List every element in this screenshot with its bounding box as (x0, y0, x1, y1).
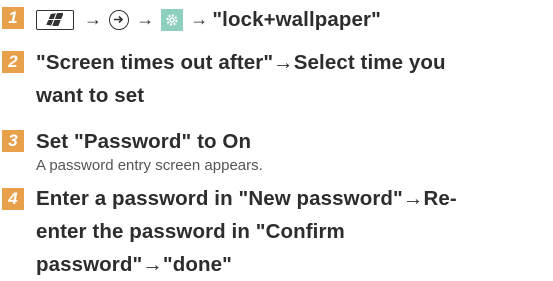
step-text: Set "Password" to On (36, 125, 548, 158)
windows-key-icon (36, 9, 74, 30)
step-1: 1 → → → "lock+wallpaper" (0, 0, 553, 40)
step-text-line: Set "Password" to On (36, 130, 252, 153)
step-text-line: Enter a password in "New password"→Re- (36, 187, 457, 210)
step-text: Enter a password in "New password"→Re- e… (36, 182, 548, 281)
step-text-line: password"→"done" (36, 253, 232, 276)
step-number: 4 (2, 188, 24, 210)
step-number: 2 (2, 51, 24, 73)
step-text-line: "Screen times out after"→Select time you (36, 51, 446, 74)
step-text: "Screen times out after"→Select time you… (36, 46, 548, 112)
step-label: "lock+wallpaper" (212, 8, 381, 31)
arrow: → (84, 9, 103, 29)
step-text-line: want to set (36, 84, 145, 107)
step-text-line: enter the password in "Confirm (36, 220, 345, 243)
step-number: 3 (2, 130, 24, 152)
step-4: 4 Enter a password in "New password"→Re-… (0, 178, 553, 278)
step-text: → → → "lock+wallpaper" (36, 3, 548, 36)
settings-gear-icon (161, 8, 184, 31)
arrow: → (190, 9, 209, 29)
step-note: A password entry screen appears. (36, 157, 263, 174)
step-2: 2 "Screen times out after"→Select time y… (0, 43, 553, 115)
step-number: 1 (2, 7, 24, 29)
circle-arrow-icon (109, 9, 130, 30)
arrow: → (136, 9, 155, 29)
step-3: 3 Set "Password" to On A password entry … (0, 122, 553, 178)
